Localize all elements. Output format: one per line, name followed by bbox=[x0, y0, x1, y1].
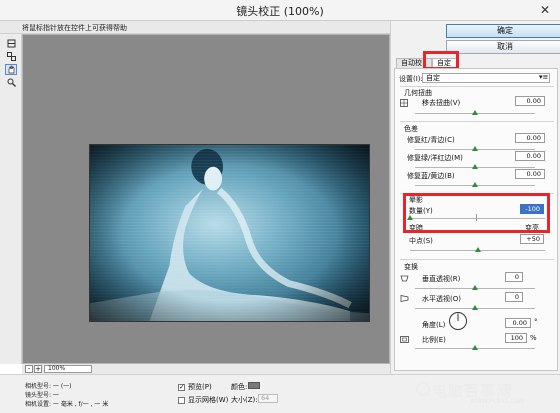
lens-distort-icon bbox=[7, 39, 15, 48]
hand-icon bbox=[8, 65, 14, 74]
transform-section-divider bbox=[400, 259, 554, 260]
portrait-photo bbox=[90, 145, 369, 321]
geometric-title: 几何扭曲 bbox=[404, 89, 432, 97]
custom-panel: 设置(I): 自定 ▾≡ 几何扭曲 移去扭曲(V) 0.00 色差 修复红/青边… bbox=[394, 68, 558, 371]
grid-color-label: 颜色: bbox=[231, 383, 248, 391]
remove-distortion-slider-thumb[interactable] bbox=[472, 110, 478, 115]
green-magenta-label: 修复绿/洋红边(M) bbox=[407, 154, 463, 162]
window-title: 镜头校正 (100%) bbox=[236, 5, 324, 18]
show-grid-checkbox[interactable]: 显示网格(W) bbox=[178, 395, 228, 405]
grid-size-value: 64 bbox=[261, 394, 270, 402]
preview-image bbox=[89, 144, 370, 322]
close-button[interactable]: ✕ bbox=[538, 3, 552, 17]
preview-checkbox[interactable]: ✓ 预览(P) bbox=[178, 382, 212, 392]
grid-size-select[interactable]: 64 bbox=[258, 394, 278, 403]
hint-bar: 将鼠标指针放在控件上可获得帮助 bbox=[0, 21, 390, 34]
geometric-section-divider bbox=[400, 86, 554, 87]
zoom-level-value: 100% bbox=[48, 365, 66, 372]
vignette-midpoint-input[interactable]: +50 bbox=[520, 234, 544, 244]
green-magenta-input[interactable]: 0.00 bbox=[515, 151, 545, 161]
show-grid-label: 显示网格(W) bbox=[188, 396, 229, 404]
vertical-perspective-input[interactable]: 0 bbox=[505, 272, 523, 282]
blue-yellow-input[interactable]: 0.00 bbox=[515, 169, 545, 179]
chromatic-title: 色差 bbox=[404, 125, 418, 133]
blue-yellow-label: 修复蓝/黄边(B) bbox=[407, 172, 455, 180]
horizontal-perspective-icon bbox=[400, 295, 409, 302]
hand-tool[interactable] bbox=[5, 64, 17, 75]
red-cyan-input[interactable]: 0.00 bbox=[515, 133, 545, 143]
watermark-logo-icon bbox=[416, 382, 430, 396]
scale-icon bbox=[400, 336, 409, 343]
remove-distortion-tool[interactable] bbox=[5, 38, 17, 49]
red-cyan-label: 修复红/青边(C) bbox=[407, 136, 455, 144]
settings-panel: 确定 取消 自动校正 自定 设置(I): 自定 ▾≡ 几何扭曲 移去扭曲(V) … bbox=[390, 21, 560, 374]
angle-dial-icon[interactable] bbox=[448, 311, 468, 331]
settings-select[interactable]: 自定 bbox=[422, 73, 550, 83]
settings-select-value: 自定 bbox=[426, 74, 440, 82]
horizontal-perspective-slider-thumb[interactable] bbox=[472, 305, 478, 310]
ok-button[interactable]: 确定 bbox=[446, 24, 560, 38]
tool-strip bbox=[0, 34, 22, 364]
scale-label: 比例(E) bbox=[422, 336, 446, 344]
remove-distortion-input[interactable]: 0.00 bbox=[515, 96, 545, 106]
chromatic-section-divider bbox=[400, 121, 554, 122]
lens-model: 镜头型号: 一 bbox=[25, 392, 59, 399]
zoom-out-button[interactable]: - bbox=[25, 365, 33, 373]
straighten-tool[interactable] bbox=[5, 51, 17, 62]
zoom-icon bbox=[7, 78, 16, 87]
vignette-highlight bbox=[403, 193, 550, 233]
preview-canvas[interactable] bbox=[22, 34, 390, 364]
scale-unit: % bbox=[530, 334, 537, 342]
vertical-perspective-label: 垂直透视(R) bbox=[422, 275, 461, 283]
distortion-icon bbox=[400, 99, 408, 107]
vertical-perspective-slider-thumb[interactable] bbox=[472, 285, 478, 290]
camera-model: 相机型号: 一 (一) bbox=[25, 383, 72, 390]
vertical-perspective-icon bbox=[400, 275, 409, 282]
vignette-midpoint-label: 中点(S) bbox=[409, 237, 433, 245]
transform-title: 变换 bbox=[404, 263, 418, 271]
grid-icon bbox=[6, 52, 16, 61]
scale-slider-thumb[interactable] bbox=[472, 345, 478, 350]
vignette-midpoint-slider-thumb[interactable] bbox=[475, 247, 481, 252]
zoom-bar: - + 100% bbox=[22, 364, 390, 374]
angle-label: 角度(L) bbox=[422, 321, 446, 329]
green-magenta-slider-thumb[interactable] bbox=[472, 164, 478, 169]
angle-unit: ° bbox=[534, 318, 538, 326]
grid-check-box[interactable] bbox=[178, 396, 185, 404]
watermark-url: WWW.PC841.COM bbox=[470, 398, 525, 405]
red-cyan-slider-thumb[interactable] bbox=[472, 146, 478, 151]
preview-check-box[interactable]: ✓ bbox=[178, 383, 185, 391]
grid-color-swatch[interactable] bbox=[248, 382, 260, 389]
settings-menu-icon[interactable]: ▾≡ bbox=[539, 73, 548, 81]
horizontal-perspective-input[interactable]: 0 bbox=[505, 292, 523, 302]
zoom-in-button[interactable]: + bbox=[34, 365, 42, 373]
grid-size-label: 大小(Z): bbox=[231, 396, 258, 404]
horizontal-perspective-label: 水平透视(O) bbox=[422, 295, 461, 303]
hint-text: 将鼠标指针放在控件上可获得帮助 bbox=[22, 24, 127, 32]
remove-distortion-label: 移去扭曲(V) bbox=[422, 99, 461, 107]
angle-input[interactable]: 0.00 bbox=[505, 318, 531, 328]
zoom-tool[interactable] bbox=[5, 77, 17, 88]
zoom-level-select[interactable]: 100% bbox=[44, 365, 92, 373]
cancel-button[interactable]: 取消 bbox=[446, 40, 560, 54]
camera-settings: 相机设置: 一 毫米 , f/一 , 一 米 bbox=[25, 401, 109, 408]
window-titlebar: 镜头校正 (100%) ✕ bbox=[0, 0, 560, 21]
preview-label: 预览(P) bbox=[188, 383, 212, 391]
settings-label: 设置(I): bbox=[399, 75, 423, 83]
blue-yellow-slider-thumb[interactable] bbox=[472, 182, 478, 187]
scale-input[interactable]: 100 bbox=[505, 333, 527, 343]
